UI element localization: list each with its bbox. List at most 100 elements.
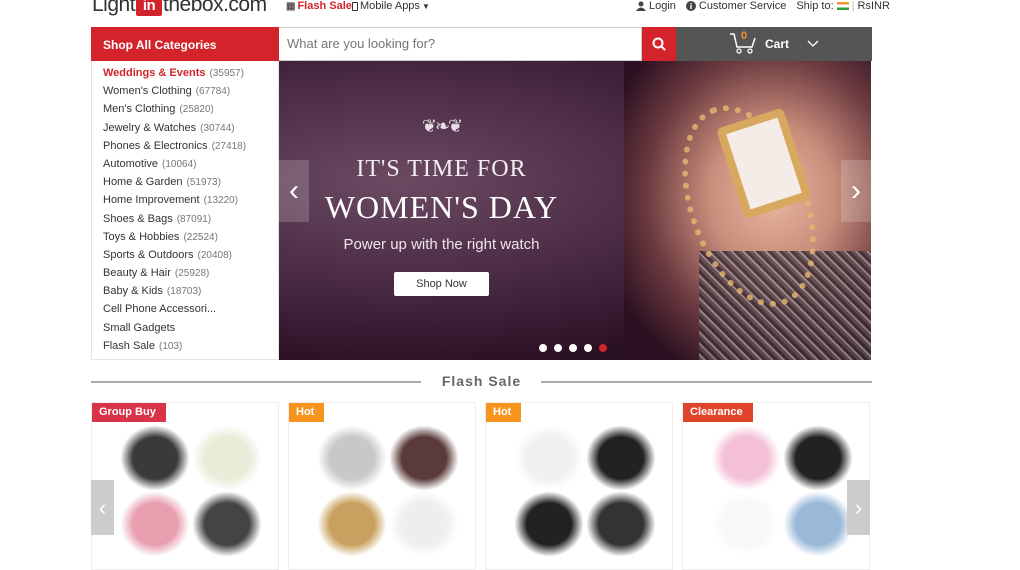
- card-badge: Hot: [289, 403, 325, 422]
- category-label: Men's Clothing: [103, 103, 176, 116]
- product-image[interactable]: [389, 425, 459, 491]
- info-icon: [685, 1, 696, 11]
- site-logo[interactable]: Light in thebox.com: [92, 0, 267, 16]
- hero-banner[interactable]: ❦❧❦ IT'S TIME FOR WOMEN'S DAY Power up w…: [279, 61, 871, 360]
- category-item[interactable]: Flash Sale (103): [92, 340, 278, 358]
- product-image[interactable]: [586, 425, 656, 491]
- category-label: Home & Garden: [103, 176, 183, 189]
- slide-dot[interactable]: [554, 344, 562, 352]
- flash-sale-link[interactable]: ▦ Flash Sale: [286, 0, 352, 12]
- product-image[interactable]: [120, 491, 190, 557]
- category-item[interactable]: Women's Clothing (67784): [92, 85, 278, 103]
- slide-dot[interactable]: [599, 344, 607, 352]
- category-item[interactable]: Cell Phone Accessori...: [92, 303, 278, 321]
- card-badge: Clearance: [683, 403, 753, 422]
- product-image[interactable]: [389, 491, 459, 557]
- product-image[interactable]: [317, 491, 387, 557]
- category-item[interactable]: Sports & Outdoors (20408): [92, 249, 278, 267]
- flash-sale-cards: ‹ › Group Buy Hot Hot Clearance: [91, 402, 872, 570]
- slide-dot[interactable]: [569, 344, 577, 352]
- customer-service-label: Customer Service: [698, 0, 787, 12]
- shop-now-button[interactable]: Shop Now: [394, 272, 489, 296]
- chevron-down-icon: [807, 40, 819, 47]
- category-count: (10064): [162, 158, 197, 170]
- category-count: (103): [158, 340, 183, 352]
- category-item[interactable]: Shoes & Bags (87091): [92, 213, 278, 231]
- login-link[interactable]: Login: [636, 0, 676, 12]
- banner-prev-button[interactable]: ‹: [279, 160, 309, 222]
- slide-dot[interactable]: [584, 344, 592, 352]
- category-item[interactable]: Men's Clothing (25820): [92, 103, 278, 121]
- product-image[interactable]: [586, 491, 656, 557]
- banner-headline-1: IT'S TIME FOR: [356, 156, 527, 182]
- customer-service-link[interactable]: Customer Service: [685, 0, 787, 12]
- logo-text-left: Light: [92, 0, 136, 16]
- category-label: Weddings & Events: [103, 67, 206, 79]
- product-image[interactable]: [514, 425, 584, 491]
- chevron-left-icon: ‹: [289, 174, 299, 207]
- category-item[interactable]: Automotive (10064): [92, 158, 278, 176]
- product-image[interactable]: [783, 425, 853, 491]
- category-count: (51973): [186, 177, 221, 189]
- ship-to-selector[interactable]: Ship to: | RsINR: [796, 0, 890, 12]
- category-item[interactable]: Small Gadgets: [92, 322, 278, 340]
- category-item[interactable]: Toys & Hobbies (22524): [92, 231, 278, 249]
- chevron-right-icon: ›: [854, 494, 863, 520]
- flash-sale-card[interactable]: Clearance: [682, 402, 870, 570]
- banner-next-button[interactable]: ›: [841, 160, 871, 222]
- flash-sale-card[interactable]: Group Buy: [91, 402, 279, 570]
- slide-dot[interactable]: [539, 344, 547, 352]
- cards-prev-button[interactable]: ‹: [91, 480, 114, 535]
- logo-mark: in: [136, 0, 163, 16]
- category-count: (22524): [183, 231, 218, 243]
- product-image[interactable]: [711, 491, 781, 557]
- card-badge: Hot: [486, 403, 522, 422]
- cart-count: 0: [740, 29, 748, 42]
- slide-indicators: [539, 344, 607, 352]
- flash-sale-card[interactable]: Hot: [485, 402, 673, 570]
- cards-next-button[interactable]: ›: [847, 480, 870, 535]
- category-item[interactable]: Weddings & Events (35957): [92, 67, 278, 85]
- product-image[interactable]: [783, 491, 853, 557]
- product-image[interactable]: [120, 425, 190, 491]
- category-label: Women's Clothing: [103, 85, 192, 98]
- category-item[interactable]: Baby & Kids (18703): [92, 285, 278, 303]
- mobile-apps-dropdown[interactable]: Mobile Apps ▼: [352, 0, 430, 12]
- category-count: (27418): [211, 140, 247, 152]
- category-count: (35957): [209, 68, 244, 79]
- product-image[interactable]: [711, 425, 781, 491]
- chevron-left-icon: ‹: [98, 494, 107, 520]
- product-image[interactable]: [192, 491, 262, 557]
- category-item[interactable]: Jewelry & Watches (30744): [92, 122, 278, 140]
- divider: |: [851, 0, 855, 12]
- search-input[interactable]: [279, 27, 642, 61]
- logo-text-right: thebox.com: [163, 0, 267, 16]
- category-count: (87091): [176, 213, 212, 225]
- category-label: Home Improvement: [103, 194, 200, 207]
- flash-sale-label: Flash Sale: [297, 0, 352, 12]
- flash-sale-card[interactable]: Hot: [288, 402, 476, 570]
- product-image[interactable]: [192, 425, 262, 491]
- category-label: Flash Sale: [103, 339, 155, 352]
- product-image[interactable]: [514, 491, 584, 557]
- category-label: Baby & Kids: [103, 285, 163, 298]
- category-count: (30744): [200, 122, 235, 134]
- gift-icon: ▦: [286, 0, 296, 12]
- category-count: (25928): [174, 268, 210, 280]
- ornament-icon: ❦❧❦: [421, 116, 463, 136]
- category-label: Cell Phone Accessori...: [103, 303, 217, 316]
- search-button[interactable]: [642, 27, 676, 61]
- category-label: Sports & Outdoors: [103, 248, 194, 261]
- category-sidebar: Weddings & Events (35957) Women's Clothing…: [91, 61, 279, 360]
- shop-all-categories-button[interactable]: Shop All Categories: [91, 27, 279, 61]
- category-item[interactable]: Phones & Electronics (27418): [92, 140, 278, 158]
- divider-right: [541, 381, 872, 383]
- category-item[interactable]: Home & Garden (51973): [92, 176, 278, 194]
- cart-button[interactable]: 0 Cart: [676, 27, 872, 61]
- product-image[interactable]: [317, 425, 387, 491]
- india-flag-icon: [836, 2, 849, 10]
- category-item[interactable]: Beauty & Hair (25928): [92, 267, 278, 285]
- category-item[interactable]: Home Improvement (13220): [92, 194, 278, 212]
- category-label: Phones & Electronics: [103, 139, 208, 152]
- banner-headline-2: WOMEN'S DAY: [324, 189, 559, 225]
